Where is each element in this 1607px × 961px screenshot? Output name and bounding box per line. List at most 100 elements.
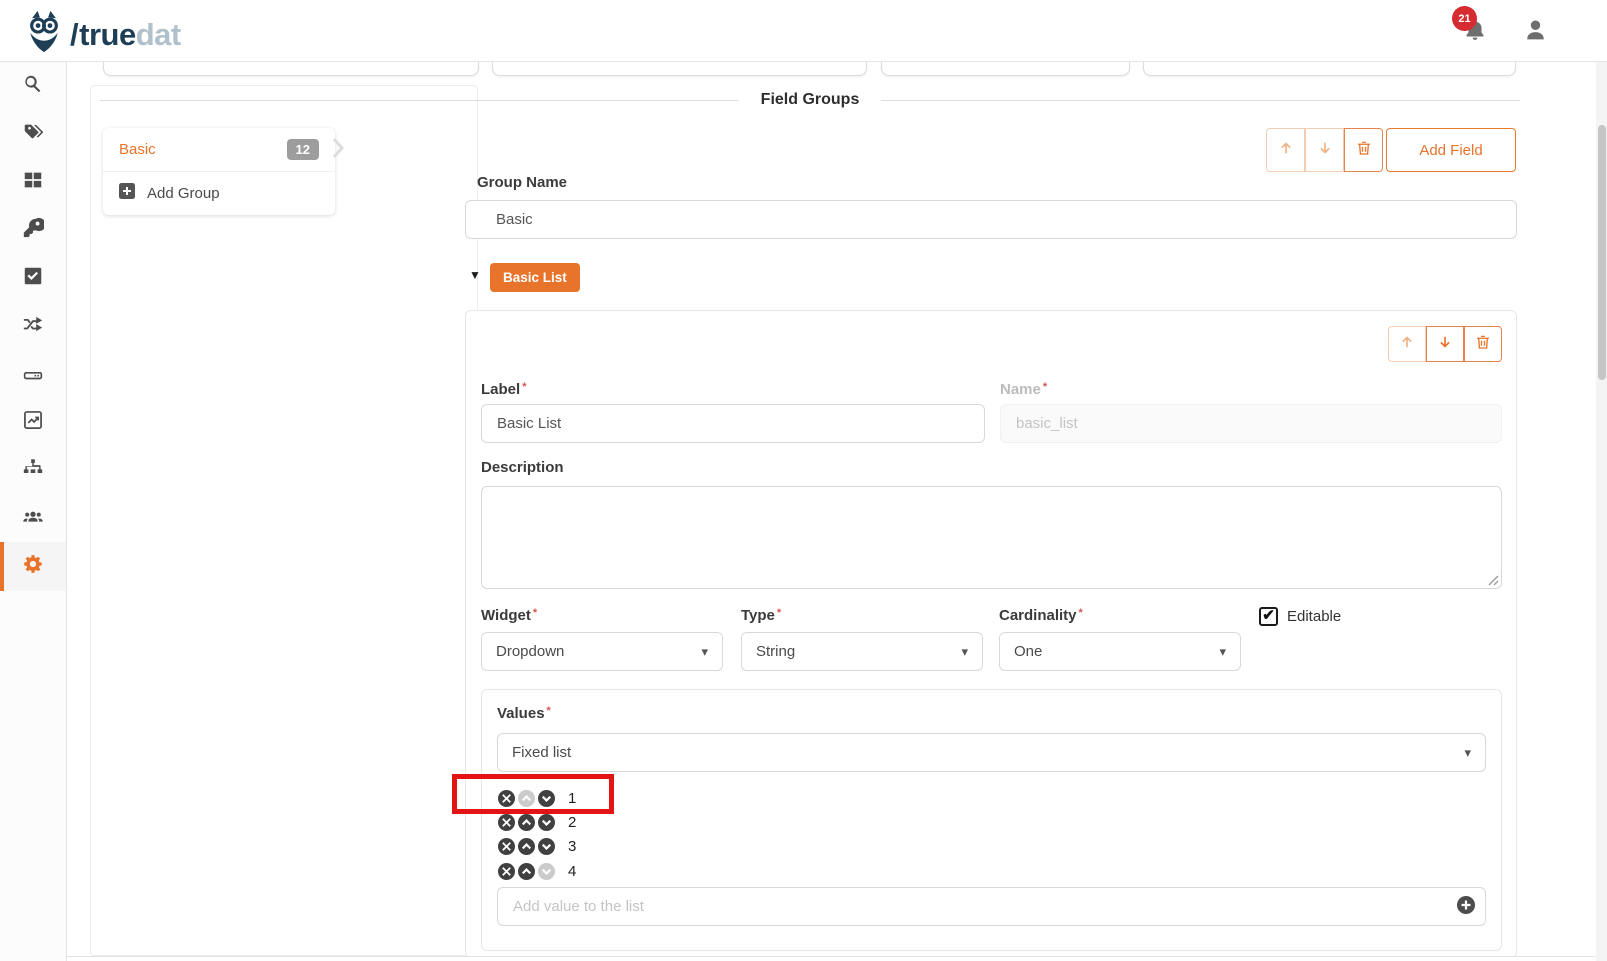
sidebar-item-search[interactable] — [0, 62, 66, 110]
editable-label: Editable — [1287, 608, 1342, 625]
group-field-count-badge: 12 — [286, 139, 319, 160]
sidebar-item-permissions[interactable] — [0, 206, 66, 254]
move-value-down-icon[interactable] — [538, 789, 555, 807]
required-asterisk: * — [522, 381, 527, 393]
users-icon — [22, 505, 44, 532]
cardinality-select[interactable]: One ▾ — [999, 632, 1241, 671]
storage-drive-icon — [22, 361, 44, 388]
values-list: 1 2 3 4 — [498, 786, 576, 884]
delete-field-button[interactable] — [1464, 326, 1502, 362]
move-group-down-button[interactable] — [1305, 128, 1344, 172]
group-item-label: Basic — [119, 141, 156, 158]
shuffle-icon — [22, 313, 44, 340]
required-asterisk: * — [776, 607, 782, 619]
field-label-input[interactable] — [481, 404, 985, 443]
add-group-button[interactable]: Add Group — [103, 172, 335, 215]
add-field-label: Add Field — [1419, 141, 1483, 159]
values-label: Values * — [497, 705, 551, 722]
user-profile-icon[interactable] — [1522, 16, 1549, 48]
add-value-input[interactable] — [497, 887, 1486, 926]
move-group-up-button[interactable] — [1266, 128, 1305, 172]
chevron-down-icon: ▾ — [961, 643, 968, 659]
gear-icon — [22, 553, 44, 580]
values-source-select[interactable]: Fixed list ▾ — [497, 733, 1486, 772]
move-value-up-icon[interactable] — [518, 862, 535, 880]
group-name-input[interactable] — [465, 200, 1517, 239]
group-list-card: Basic 12 Add Group — [103, 128, 335, 215]
key-icon — [22, 217, 46, 244]
page-title: Field Groups — [760, 91, 860, 108]
required-asterisk: * — [532, 607, 538, 619]
tags-icon — [22, 121, 44, 148]
logo-wordmark: /truedat — [70, 16, 181, 52]
sidebar-nav — [0, 62, 67, 961]
required-asterisk: * — [1078, 607, 1083, 619]
move-value-up-icon[interactable] — [518, 814, 535, 832]
type-select[interactable]: String ▾ — [741, 632, 983, 671]
chart-line-icon — [22, 409, 44, 436]
sidebar-item-settings[interactable] — [0, 542, 66, 591]
value-row: 4 — [498, 859, 576, 883]
value-label: 4 — [568, 862, 577, 880]
divider-line-left — [100, 99, 739, 101]
move-value-down-icon[interactable] — [538, 862, 555, 880]
plus-square-icon — [119, 183, 135, 204]
add-field-button[interactable]: Add Field — [1386, 128, 1516, 172]
scrollbar-track[interactable] — [1596, 62, 1607, 961]
remove-value-icon[interactable] — [498, 814, 515, 832]
move-value-up-icon[interactable] — [518, 838, 535, 856]
collapse-caret-icon[interactable]: ▼ — [469, 268, 481, 282]
field-name-input — [1000, 404, 1502, 443]
delete-group-button[interactable] — [1344, 128, 1383, 172]
sidebar-item-quality[interactable] — [0, 254, 66, 302]
field-collapsible-badge[interactable]: Basic List — [490, 263, 580, 292]
arrow-up-icon — [1277, 139, 1295, 162]
move-field-down-button[interactable] — [1426, 326, 1464, 362]
field-name-label: Name * — [1000, 381, 1048, 398]
sidebar-item-users[interactable] — [0, 494, 66, 542]
sidebar-item-structure[interactable] — [0, 446, 66, 494]
trash-icon — [1474, 333, 1492, 356]
move-value-up-icon[interactable] — [518, 789, 535, 807]
move-value-down-icon[interactable] — [538, 814, 555, 832]
add-group-label: Add Group — [147, 185, 220, 202]
sidebar-item-catalog[interactable] — [0, 158, 66, 206]
value-row: 2 — [498, 810, 576, 834]
widget-select[interactable]: Dropdown ▾ — [481, 632, 723, 671]
checkmark-icon: ✔ — [1262, 607, 1275, 624]
section-divider: Field Groups — [100, 88, 1521, 112]
move-value-down-icon[interactable] — [538, 838, 555, 856]
notification-count-badge: 21 — [1452, 6, 1477, 31]
grid-icon — [22, 169, 44, 196]
owl-logo-icon — [22, 8, 66, 61]
remove-value-icon[interactable] — [498, 838, 515, 856]
sidebar-item-dashboards[interactable] — [0, 398, 66, 446]
sitemap-icon — [22, 457, 44, 484]
chevron-down-icon: ▾ — [1219, 643, 1226, 659]
remove-value-icon[interactable] — [498, 862, 515, 880]
trash-icon — [1355, 139, 1373, 162]
value-row: 1 — [498, 786, 576, 810]
chevron-down-icon: ▾ — [701, 643, 708, 659]
sidebar-item-sources[interactable] — [0, 350, 66, 398]
remove-value-icon[interactable] — [498, 789, 515, 807]
required-asterisk: * — [1042, 381, 1048, 393]
arrow-down-icon — [1436, 333, 1454, 356]
truedat-logo[interactable]: /truedat — [22, 8, 181, 61]
add-value-plus-icon[interactable] — [1457, 896, 1475, 914]
scrollbar-thumb[interactable] — [1597, 125, 1606, 380]
arrow-up-icon — [1398, 333, 1416, 356]
required-asterisk: * — [546, 705, 551, 717]
value-label: 2 — [568, 814, 577, 832]
type-label: Type * — [741, 607, 782, 624]
app-header: /truedat 21 — [0, 0, 1607, 62]
description-textarea[interactable] — [481, 486, 1502, 589]
move-field-up-button[interactable] — [1388, 326, 1426, 362]
editable-checkbox[interactable]: ✔ — [1259, 607, 1278, 626]
group-item-basic[interactable]: Basic 12 — [103, 128, 335, 172]
sidebar-item-lineage[interactable] — [0, 302, 66, 350]
value-row: 3 — [498, 835, 576, 859]
cardinality-label: Cardinality * — [999, 607, 1083, 624]
group-name-label: Group Name — [477, 174, 568, 191]
sidebar-item-tags[interactable] — [0, 110, 66, 158]
